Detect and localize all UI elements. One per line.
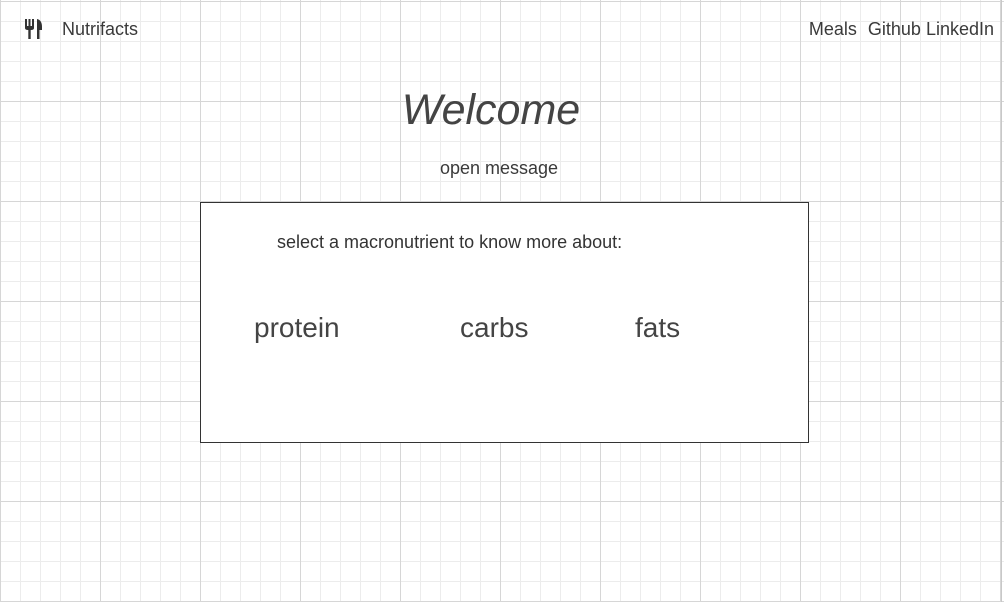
top-navbar: Nutrifacts Meals Github LinkedIn bbox=[0, 0, 1004, 58]
nav-link-linkedin[interactable]: LinkedIn bbox=[926, 19, 994, 39]
open-message: open message bbox=[0, 158, 1004, 179]
macro-option-fats[interactable]: fats bbox=[635, 312, 680, 344]
page-title-text: Welcome bbox=[401, 86, 581, 134]
macro-option-carbs[interactable]: carbs bbox=[460, 312, 528, 344]
main-nav: Meals Github LinkedIn bbox=[809, 19, 994, 40]
macro-option-protein[interactable]: protein bbox=[254, 312, 340, 344]
nav-link-meals[interactable]: Meals bbox=[809, 19, 857, 39]
brand-link[interactable]: Nutrifacts bbox=[62, 19, 138, 40]
macronutrient-prompt: select a macronutrient to know more abou… bbox=[277, 232, 623, 252]
macronutrient-panel: select a macronutrient to know more abou… bbox=[200, 202, 809, 443]
utensils-icon bbox=[23, 18, 45, 40]
nav-link-github[interactable]: Github bbox=[868, 19, 921, 39]
page-title: Welcome bbox=[0, 86, 1004, 135]
open-message-text: open message bbox=[439, 158, 559, 178]
